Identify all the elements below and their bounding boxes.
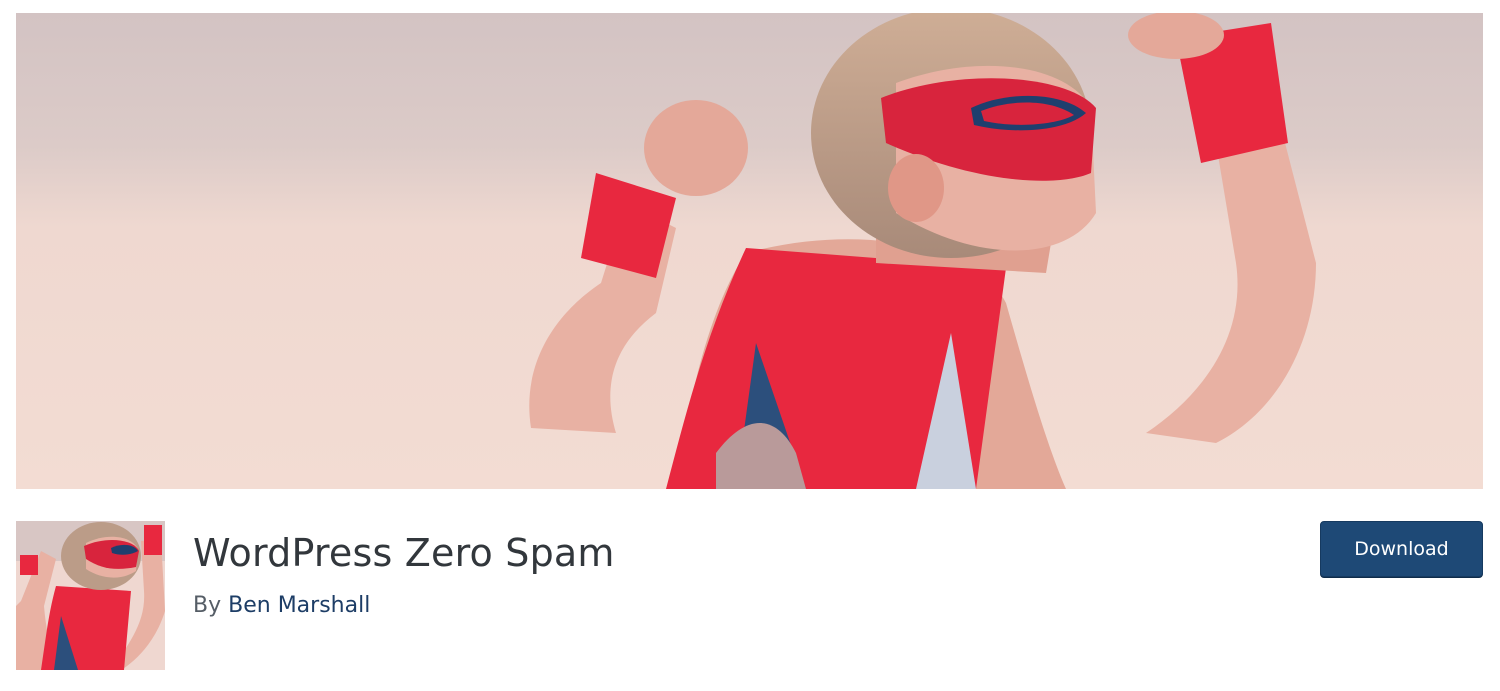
plugin-banner-image (16, 13, 1483, 489)
plugin-title: WordPress Zero Spam (193, 531, 615, 575)
plugin-icon (16, 521, 165, 670)
author-link[interactable]: Ben Marshall (228, 593, 370, 618)
download-button[interactable]: Download (1320, 521, 1483, 577)
byline-prefix: By (193, 593, 222, 618)
plugin-header: WordPress Zero Spam By Ben Marshall Down… (16, 521, 1483, 671)
plugin-icon-illustration (16, 521, 165, 670)
superhero-kid-illustration (16, 13, 1483, 489)
plugin-byline: By Ben Marshall (193, 593, 370, 618)
